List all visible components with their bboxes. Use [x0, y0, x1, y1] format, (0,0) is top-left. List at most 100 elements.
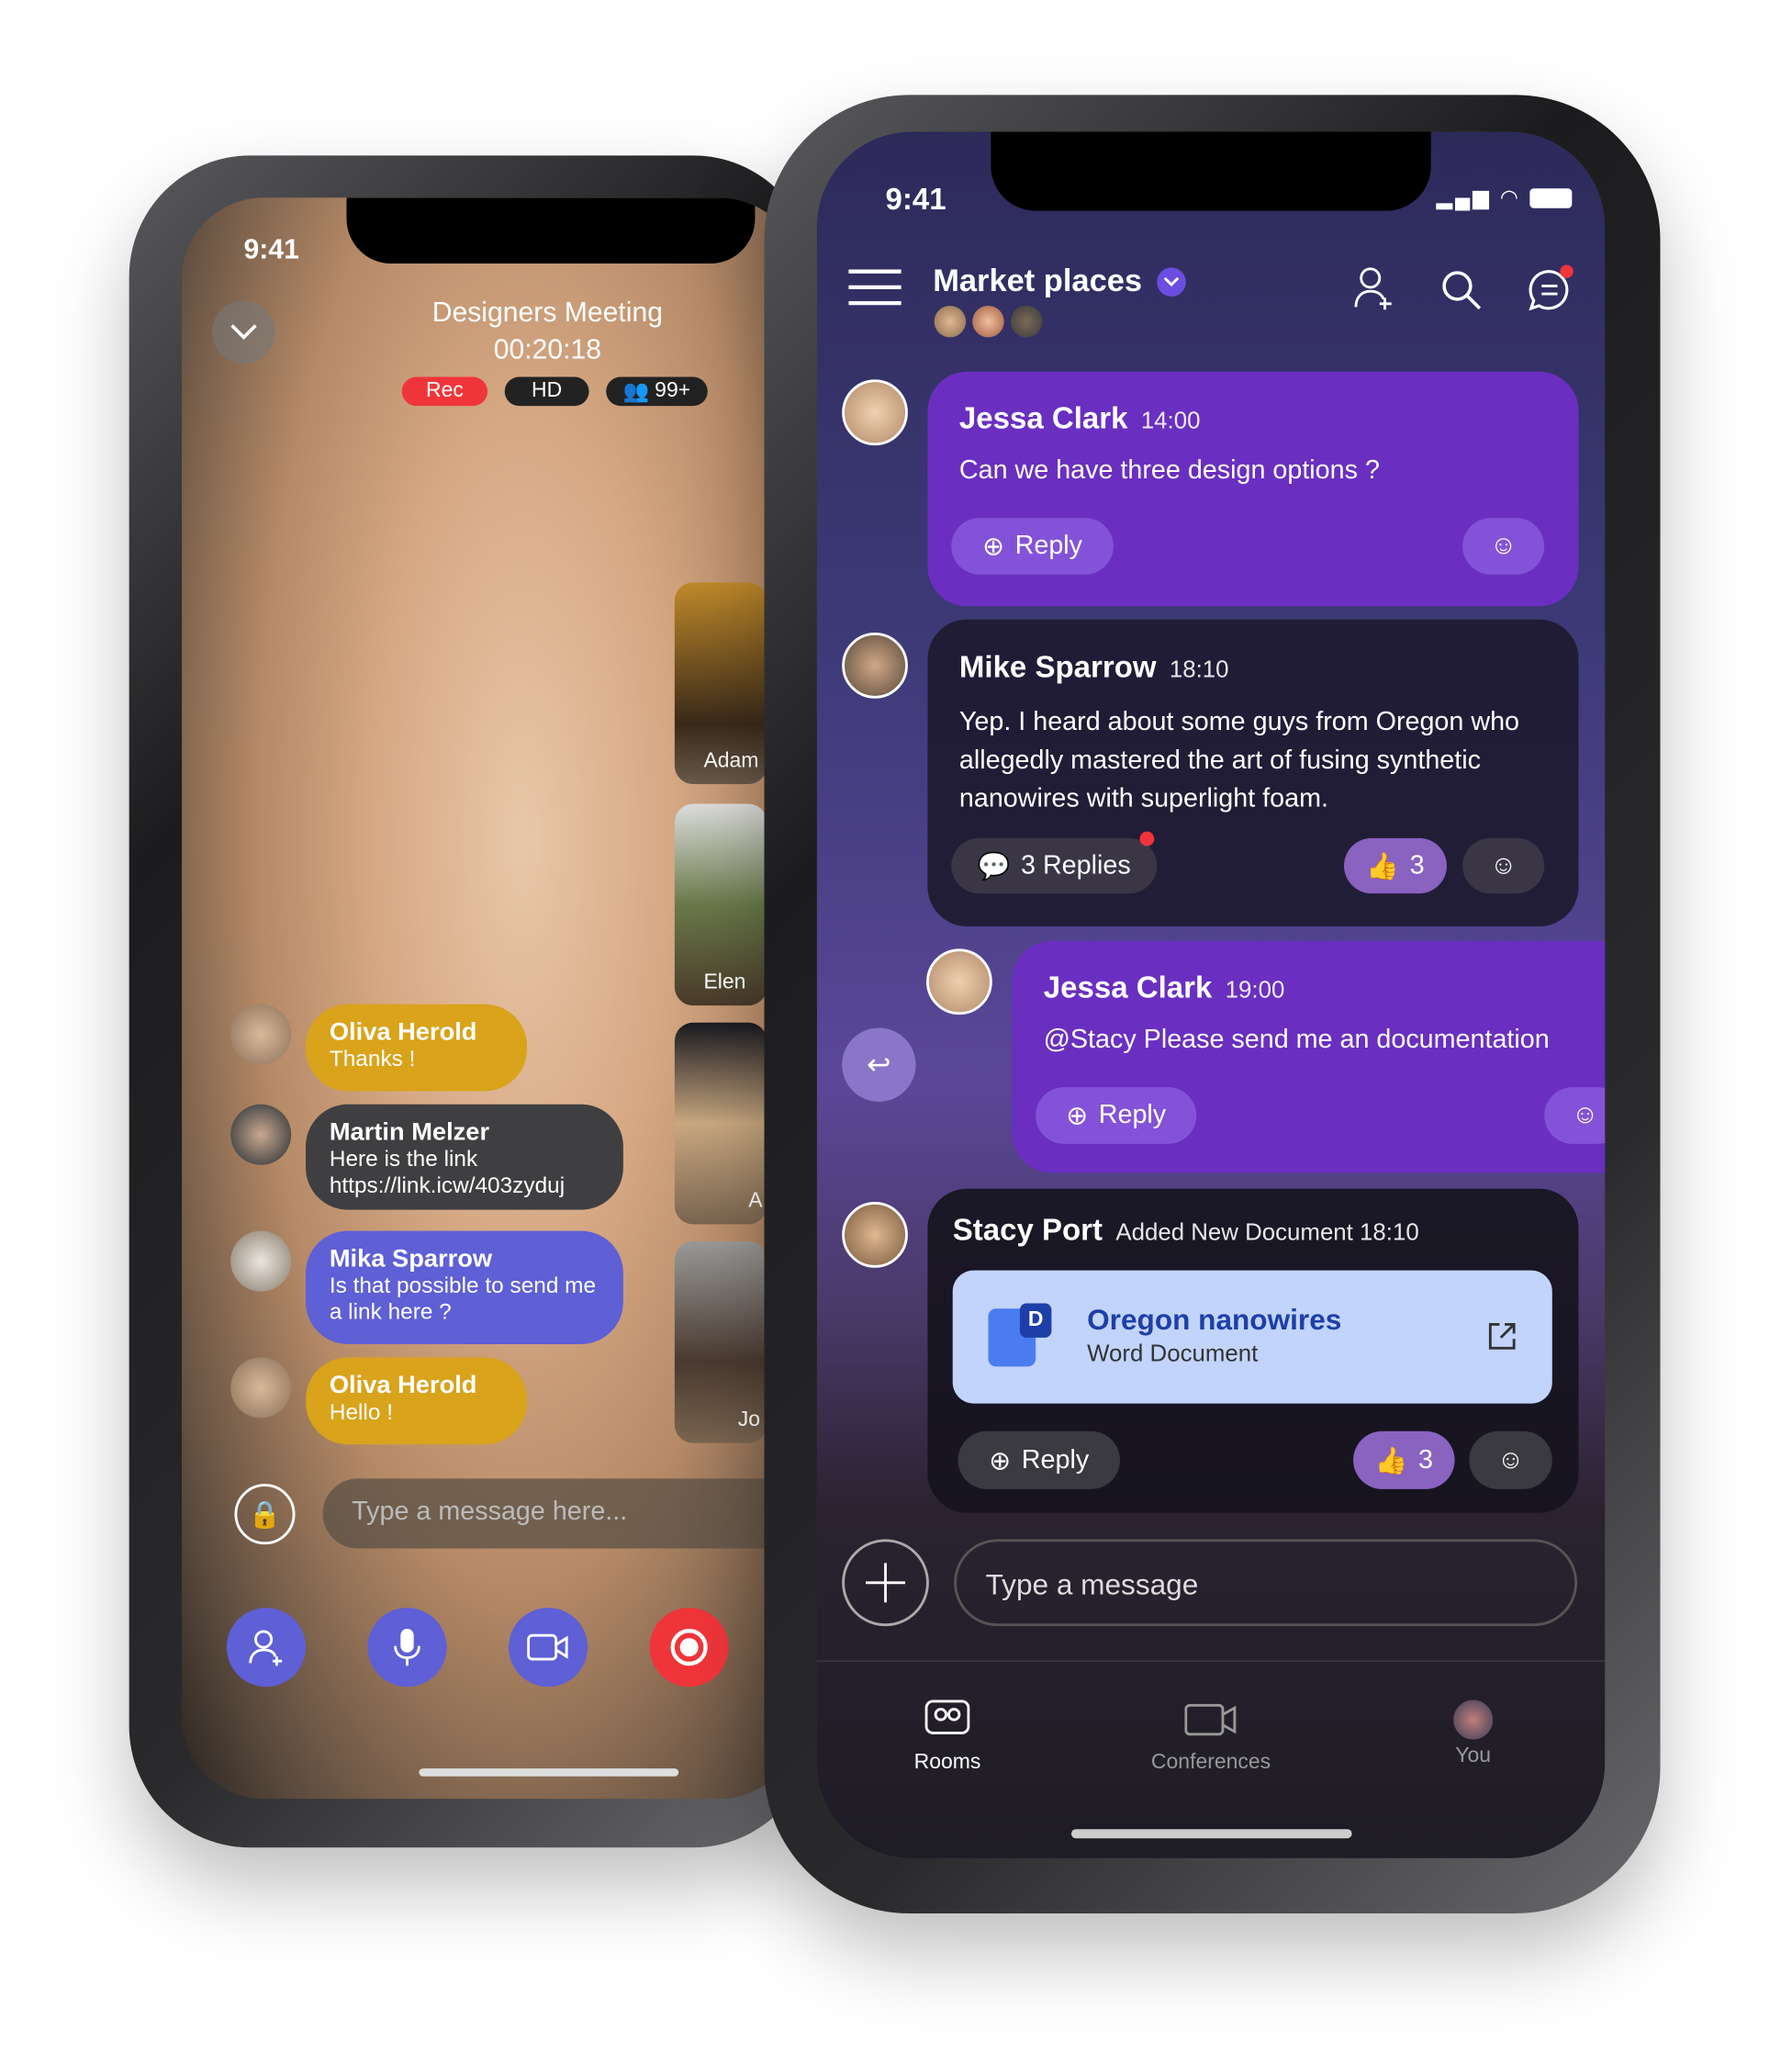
avatar: [842, 379, 908, 446]
chat-link[interactable]: https://link.icw/403zyduj: [330, 1172, 565, 1197]
message-time: 14:00: [1140, 407, 1201, 434]
document-badge: D: [1019, 1303, 1052, 1338]
comment-icon: 💬: [977, 851, 1011, 881]
user-plus-icon: [249, 1630, 283, 1666]
message-text: Yep. I heard about some guys from Oregon…: [958, 707, 1520, 813]
avatar: [230, 1357, 292, 1419]
add-reaction-button[interactable]: ☺: [1462, 837, 1545, 894]
room-title[interactable]: Market places: [933, 264, 1142, 300]
rooms-icon: [924, 1699, 970, 1734]
participant-tile[interactable]: Elen: [674, 803, 767, 1006]
avatar: [926, 948, 992, 1015]
microphone-button[interactable]: [367, 1608, 447, 1688]
add-user-icon[interactable]: [1353, 266, 1393, 311]
plus-icon: [865, 1563, 906, 1603]
participants-count: 99+: [655, 379, 691, 402]
add-reaction-button[interactable]: ☺: [1469, 1430, 1552, 1489]
chat-bubble: Mika Sparrow Is that possible to send me …: [305, 1230, 623, 1345]
message-meta: Added New Document 18:10: [1115, 1218, 1419, 1246]
message-text: @Stacy Please send me an documentation: [1043, 1025, 1550, 1055]
record-button[interactable]: [649, 1608, 729, 1688]
reply-button[interactable]: ⊕ Reply: [958, 1430, 1121, 1489]
reply-button[interactable]: ⊕ Reply: [1036, 1087, 1197, 1144]
message-time: 18:10: [1169, 656, 1229, 683]
notch: [346, 197, 756, 264]
emoji-plus-icon: ☺: [1490, 531, 1518, 561]
hd-badge: HD: [504, 376, 589, 407]
chat-bubble: Martin Melzer Here is the link https://lin…: [305, 1104, 623, 1210]
reply-back-button[interactable]: ↩: [842, 1027, 916, 1102]
status-time: 9:41: [243, 234, 299, 265]
sender-name: Stacy Port Added New Document 18:10: [952, 1212, 1419, 1247]
replies-button[interactable]: 💬 3 Replies: [951, 837, 1158, 894]
rec-badge: Rec: [401, 376, 488, 407]
record-icon: [670, 1629, 708, 1666]
thumbs-up-icon: 👍: [1374, 1446, 1408, 1475]
sender-name: Jessa Clark 19:00: [1043, 970, 1285, 1004]
video-camera-icon: [527, 1633, 568, 1661]
external-link-icon[interactable]: [1486, 1320, 1518, 1352]
profile-avatar: [1453, 1699, 1494, 1740]
attach-button[interactable]: [842, 1539, 929, 1627]
member-avatar: [1010, 305, 1043, 338]
reply-arrow-icon: ↩: [867, 1048, 891, 1081]
avatar: [230, 1004, 292, 1065]
like-reaction-button[interactable]: 👍 3: [1344, 837, 1447, 894]
meeting-title: Designers Meeting: [431, 297, 664, 329]
message-input[interactable]: Type a message: [954, 1539, 1578, 1627]
microphone-icon: [394, 1629, 420, 1666]
meeting-timer: 00:20:18: [493, 334, 602, 365]
call-screen: 9:41 Designers Meeting 00:20:18 Rec HD 👥…: [182, 197, 801, 1800]
reply-icon: ⊕: [1066, 1101, 1089, 1131]
participant-tile[interactable]: A: [674, 1022, 767, 1225]
reply-icon: ⊕: [982, 532, 1005, 562]
home-indicator: [1070, 1829, 1352, 1839]
emoji-plus-icon: ☺: [1496, 1444, 1525, 1475]
search-icon[interactable]: [1440, 269, 1483, 311]
member-avatar: [934, 305, 967, 338]
lock-icon: 🔒: [248, 1500, 282, 1530]
avatar: [230, 1230, 292, 1292]
tab-bar-divider: [816, 1660, 1606, 1662]
unread-dot: [1139, 831, 1155, 847]
chat-bubble: Oliva Herold Thanks !: [305, 1004, 528, 1092]
tab-you[interactable]: You: [1381, 1699, 1565, 1769]
sender-name: Jessa Clark 14:00: [958, 400, 1201, 435]
call-message-input[interactable]: Type a message here...: [322, 1478, 801, 1549]
chevron-down-icon: [230, 324, 257, 340]
message-text: Can we have three design options ?: [958, 455, 1380, 486]
room-dropdown-button[interactable]: [1157, 267, 1186, 297]
reply-button[interactable]: ⊕ Reply: [951, 518, 1114, 575]
status-time: 9:41: [885, 182, 946, 217]
document-type: Word Document: [1087, 1340, 1259, 1367]
minimize-button[interactable]: [212, 300, 275, 365]
participant-tile[interactable]: Adam: [674, 582, 767, 785]
chat-notifications-icon[interactable]: [1526, 264, 1576, 311]
avatar: [842, 632, 908, 699]
add-reaction-button[interactable]: ☺: [1462, 518, 1545, 575]
video-conference-icon: [1184, 1703, 1237, 1736]
people-icon: 👥: [622, 380, 650, 404]
sender-name: Mike Sparrow 18:10: [958, 649, 1229, 684]
chat-bubble: Oliva Herold Hello !: [305, 1357, 528, 1445]
document-title[interactable]: Oregon nanowires: [1087, 1304, 1341, 1338]
reply-icon: ⊕: [989, 1446, 1012, 1475]
emoji-plus-icon: ☺: [1490, 850, 1518, 881]
tab-rooms[interactable]: Rooms: [856, 1699, 1040, 1776]
avatar: [230, 1104, 292, 1165]
hamburger-menu-icon[interactable]: [848, 267, 902, 307]
chevron-down-icon: [1163, 276, 1180, 287]
lock-chat-button[interactable]: 🔒: [234, 1484, 296, 1545]
home-indicator: [419, 1768, 679, 1777]
like-reaction-button[interactable]: 👍 3: [1353, 1430, 1455, 1489]
emoji-plus-icon: ☺: [1571, 1100, 1599, 1130]
participant-tile[interactable]: Jo: [674, 1241, 767, 1443]
tab-conferences[interactable]: Conferences: [1119, 1700, 1304, 1776]
add-reaction-button[interactable]: ☺: [1544, 1087, 1606, 1144]
camera-button[interactable]: [509, 1608, 588, 1688]
add-participant-button[interactable]: [226, 1608, 306, 1688]
chat-screen: 9:41 ▂▄▆ ◠ Market places Jessa Clark 14:0…: [816, 131, 1606, 1858]
message-time: 19:00: [1225, 976, 1285, 1004]
participants-badge: 👥 99+: [606, 376, 708, 407]
member-avatar: [972, 305, 1004, 338]
